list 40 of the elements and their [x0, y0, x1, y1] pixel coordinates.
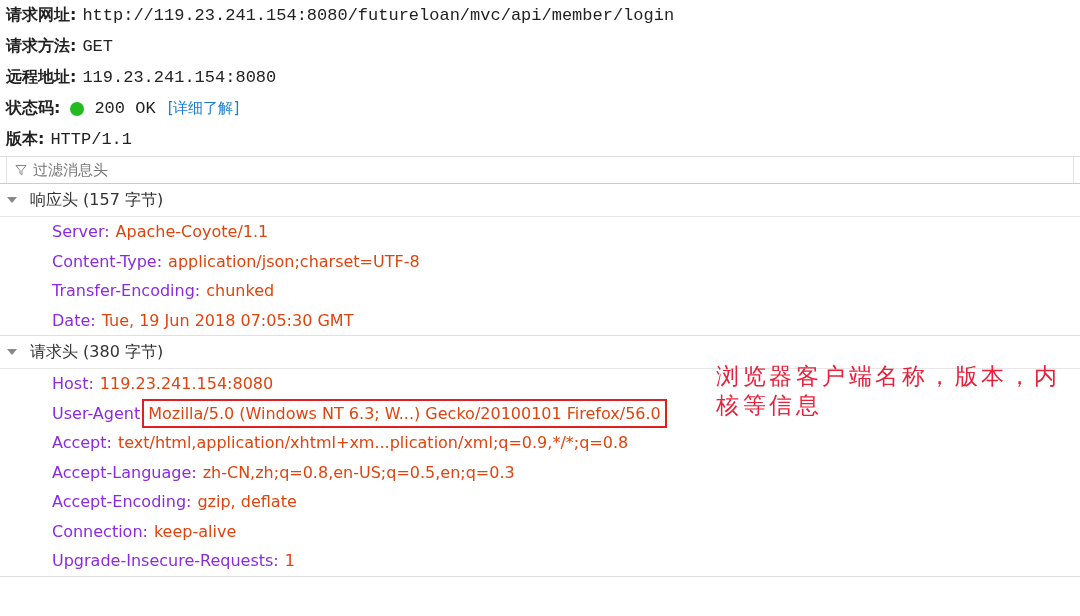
header-name: Content-Type:: [52, 251, 163, 271]
header-name: Accept-Language:: [52, 462, 197, 482]
field-value: http://119.23.241.154:8080/futureloan/mvc/api/member/login: [82, 6, 675, 25]
collapse-triangle-icon[interactable]: [6, 195, 18, 205]
section-header[interactable]: 响应头 (157 字节): [0, 184, 1080, 217]
header-value: application/json;charset=UTF-8: [168, 251, 420, 271]
header-name: Date:: [52, 310, 96, 330]
collapse-triangle-icon[interactable]: [6, 347, 18, 357]
header-name: User-Agent: [52, 403, 141, 423]
header-value: chunked: [206, 281, 275, 301]
header-name: Connection:: [52, 521, 148, 541]
header-name: Accept:: [52, 433, 112, 453]
field-label: 请求方法:: [6, 36, 77, 57]
learn-more-link[interactable]: [详细了解]: [167, 99, 240, 118]
header-value: text/html,application/xhtml+xm...plication/xml;q=0.9,*/*;q=0.8: [117, 433, 629, 453]
field-value: HTTP/1.1: [50, 130, 133, 149]
filter-field[interactable]: 过滤消息头: [31, 160, 1073, 180]
field-label: 状态码:: [6, 98, 61, 119]
field-label: 远程地址:: [6, 67, 77, 88]
header-value: 119.23.241.154:8080: [99, 374, 274, 394]
header-value: gzip, deflate: [197, 492, 297, 512]
field-value: 119.23.241.154:8080: [82, 68, 277, 87]
header-value: Tue, 19 Jun 2018 07:05:30 GMT: [101, 310, 354, 330]
field-label: 请求网址:: [6, 5, 77, 26]
filter-icon: [15, 164, 27, 176]
header-name: Host:: [52, 374, 94, 394]
field-value: GET: [82, 37, 113, 56]
section-title: 响应头 (157 字节): [30, 189, 164, 211]
header-name: Upgrade-Insecure-Requests:: [52, 551, 279, 571]
header-value: Apache-Coyote/1.1: [115, 222, 269, 242]
header-name: Accept-Encoding:: [52, 492, 192, 512]
section-title: 请求头 (380 字节): [30, 341, 164, 363]
highlighted-header-value: Mozilla/5.0 (Windows NT 6.3; W...) Gecko/20100101 Firefox/56.0: [144, 400, 665, 426]
field-value: 200 OK: [94, 99, 156, 118]
field-label: 版本:: [6, 129, 45, 150]
header-value: keep-alive: [153, 521, 237, 541]
header-name: Server:: [52, 222, 110, 242]
header-value: zh-CN,zh;q=0.8,en-US;q=0.5,en;q=0.3: [202, 462, 515, 482]
header-value: 1: [284, 551, 295, 571]
header-name: Transfer-Encoding:: [52, 281, 201, 301]
